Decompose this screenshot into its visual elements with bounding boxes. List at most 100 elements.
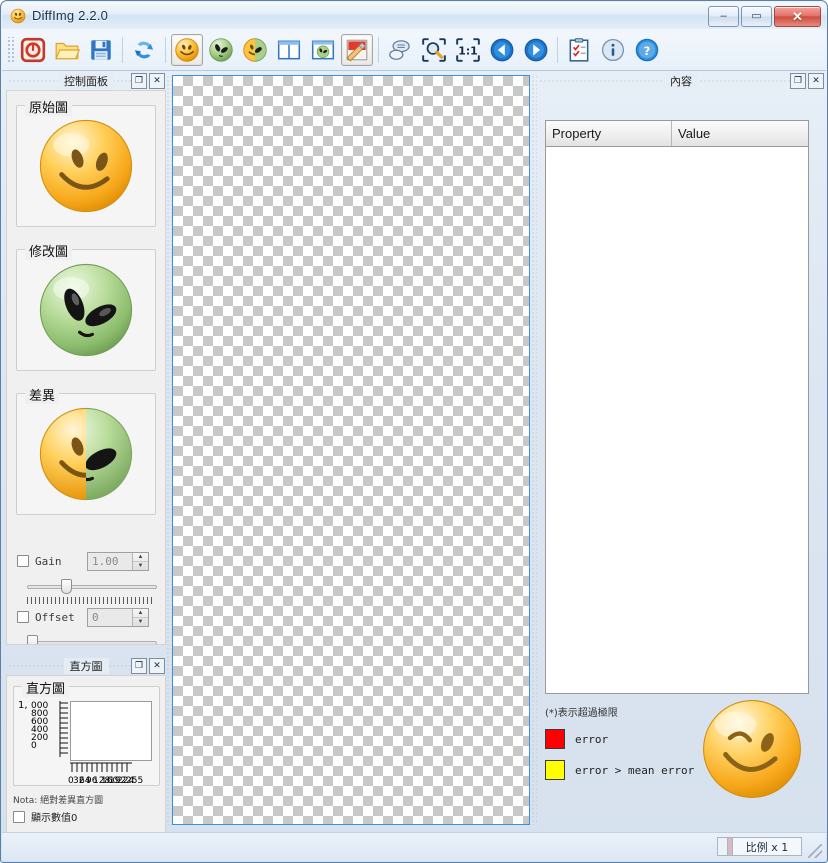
show-zero-checkbox[interactable]: [13, 810, 25, 823]
half-smiley-alien-icon: [243, 37, 267, 62]
gain-slider-handle[interactable]: [61, 579, 72, 594]
smiley-yellow-icon: [175, 37, 199, 62]
error-legend: (*)表示超過極限 error error > mean error: [545, 700, 815, 798]
property-table[interactable]: Property Value: [545, 120, 809, 694]
histogram-plot-area[interactable]: [70, 701, 152, 761]
next-button[interactable]: [520, 34, 552, 66]
original-image-thumbnail[interactable]: [17, 106, 155, 226]
left-dock-column: 控制面板 ❐ ✕ 原始圖 修改圖 差異 Gain 1.00 ▲ ▼ Offset…: [6, 72, 166, 858]
svg-text:1,: 1,: [18, 700, 28, 711]
gain-row: Gain 1.00 ▲ ▼: [17, 551, 157, 571]
split-panes-icon: [277, 40, 301, 59]
blend-image-icon: [311, 40, 335, 59]
column-header-property[interactable]: Property: [546, 121, 672, 146]
arrow-right-circle-icon: [524, 38, 548, 61]
close-icon[interactable]: ✕: [808, 73, 824, 89]
quit-button[interactable]: [17, 34, 49, 66]
float-icon[interactable]: ❐: [790, 73, 806, 89]
content-panel-title: 內容: [664, 72, 698, 89]
histogram-x-axis: 0 3264 96128160 192224255: [68, 762, 143, 786]
zoom-level-label: 比例 x 1: [732, 837, 802, 856]
close-icon[interactable]: ✕: [149, 73, 165, 89]
window-buttons: – ▭ ✕: [708, 6, 821, 27]
save-button[interactable]: [85, 34, 117, 66]
mask-view-button[interactable]: [341, 33, 373, 66]
right-dock-column: 內容 ❐ ✕ Property Value (*)表示超過極限 error er…: [537, 72, 825, 828]
histogram-panel-titlebar: 直方圖 ❐ ✕: [6, 657, 166, 674]
help-button[interactable]: ?: [631, 34, 663, 66]
difference-image-thumbnail[interactable]: [17, 394, 155, 514]
zoom-fit-button[interactable]: [418, 34, 450, 66]
close-button[interactable]: ✕: [774, 6, 821, 27]
toolbar-separator: [557, 36, 558, 63]
close-icon[interactable]: ✕: [149, 658, 165, 674]
info-circle-icon: [601, 38, 625, 61]
title-bar: DiffImg 2.2.0 – ▭ ✕: [2, 2, 826, 29]
control-panel-titlebar: 控制面板 ❐ ✕: [6, 72, 166, 89]
content-panel-body: Property Value (*)表示超過極限 error error > m…: [537, 90, 825, 828]
svg-text:1:1: 1:1: [458, 44, 477, 57]
split-view-button[interactable]: [273, 34, 305, 66]
chevron-down-icon[interactable]: ▼: [133, 562, 148, 570]
float-icon[interactable]: ❐: [131, 73, 147, 89]
gain-spin-buttons: ▲ ▼: [132, 552, 148, 570]
power-off-icon: [20, 37, 46, 62]
original-image-button[interactable]: [171, 33, 203, 66]
refresh-arrows-icon: [134, 41, 154, 58]
toolbar-separator: [378, 36, 379, 63]
offset-slider-handle[interactable]: [27, 635, 38, 644]
info-button[interactable]: [597, 34, 629, 66]
offset-row: Offset 0 ▲ ▼: [17, 607, 157, 627]
maximize-icon: ▭: [751, 10, 762, 22]
offset-spin-buttons: ▲ ▼: [132, 608, 148, 626]
property-table-header: Property Value: [546, 121, 808, 147]
toolbar-separator: [165, 36, 166, 63]
offset-stepper[interactable]: 0 ▲ ▼: [87, 607, 149, 627]
legend-label-mean-error: error > mean error: [575, 763, 695, 777]
histogram-panel-title: 直方圖: [63, 657, 109, 674]
maximize-button[interactable]: ▭: [741, 6, 772, 27]
previous-button[interactable]: [486, 34, 518, 66]
histogram-panel-body: 直方圖 1, 000 800 600 400 200 0 0 32 64 96 …: [6, 675, 166, 858]
control-panel-body: 原始圖 修改圖 差異 Gain 1.00 ▲ ▼ Offset 0 ▲ ▼: [6, 90, 166, 645]
zoom-actual-button[interactable]: 1:1: [452, 34, 484, 66]
column-header-value[interactable]: Value: [672, 121, 808, 146]
close-icon: ✕: [792, 9, 803, 24]
control-panel-title: 控制面板: [58, 72, 114, 89]
blend-view-button[interactable]: [307, 34, 339, 66]
mask-brush-icon: [346, 39, 368, 61]
open-button[interactable]: [51, 34, 83, 66]
offset-checkbox[interactable]: [17, 611, 29, 623]
chevron-up-icon[interactable]: ▲: [133, 609, 148, 618]
zoom-pad-left: [717, 837, 728, 856]
winking-smiley-icon: [703, 700, 801, 798]
difference-image-button[interactable]: [239, 34, 271, 66]
resize-grip[interactable]: [808, 844, 822, 858]
main-toolbar: 1:1 ?: [2, 29, 826, 71]
offset-slider-track: [27, 641, 157, 644]
offset-slider[interactable]: [27, 635, 157, 644]
modified-image-button[interactable]: [205, 34, 237, 66]
float-icon[interactable]: ❐: [131, 658, 147, 674]
status-bar: 比例 x 1: [2, 832, 826, 861]
gain-checkbox[interactable]: [17, 555, 29, 567]
comments-button[interactable]: [384, 34, 416, 66]
gain-slider[interactable]: [27, 579, 157, 595]
modified-image-thumbnail[interactable]: [17, 250, 155, 370]
alien-green-icon: [39, 263, 133, 357]
minimize-button[interactable]: –: [708, 6, 739, 27]
gain-label: Gain: [35, 554, 62, 568]
reload-button[interactable]: [128, 34, 160, 66]
gain-stepper[interactable]: 1.00 ▲ ▼: [87, 551, 149, 571]
gain-slider-track: [27, 585, 157, 589]
chevron-up-icon[interactable]: ▲: [133, 553, 148, 562]
histogram-group: 直方圖 1, 000 800 600 400 200 0 0 32 64 96 …: [13, 678, 160, 786]
chevron-down-icon[interactable]: ▼: [133, 618, 148, 626]
checklist-clipboard-icon: [569, 37, 589, 62]
floppy-save-icon: [91, 39, 111, 60]
zoom-indicator: 比例 x 1: [717, 837, 802, 856]
image-canvas[interactable]: [172, 75, 530, 825]
toolbar-grip[interactable]: [6, 36, 14, 63]
mean-error-color-swatch: [545, 760, 565, 780]
checklist-button[interactable]: [563, 34, 595, 66]
